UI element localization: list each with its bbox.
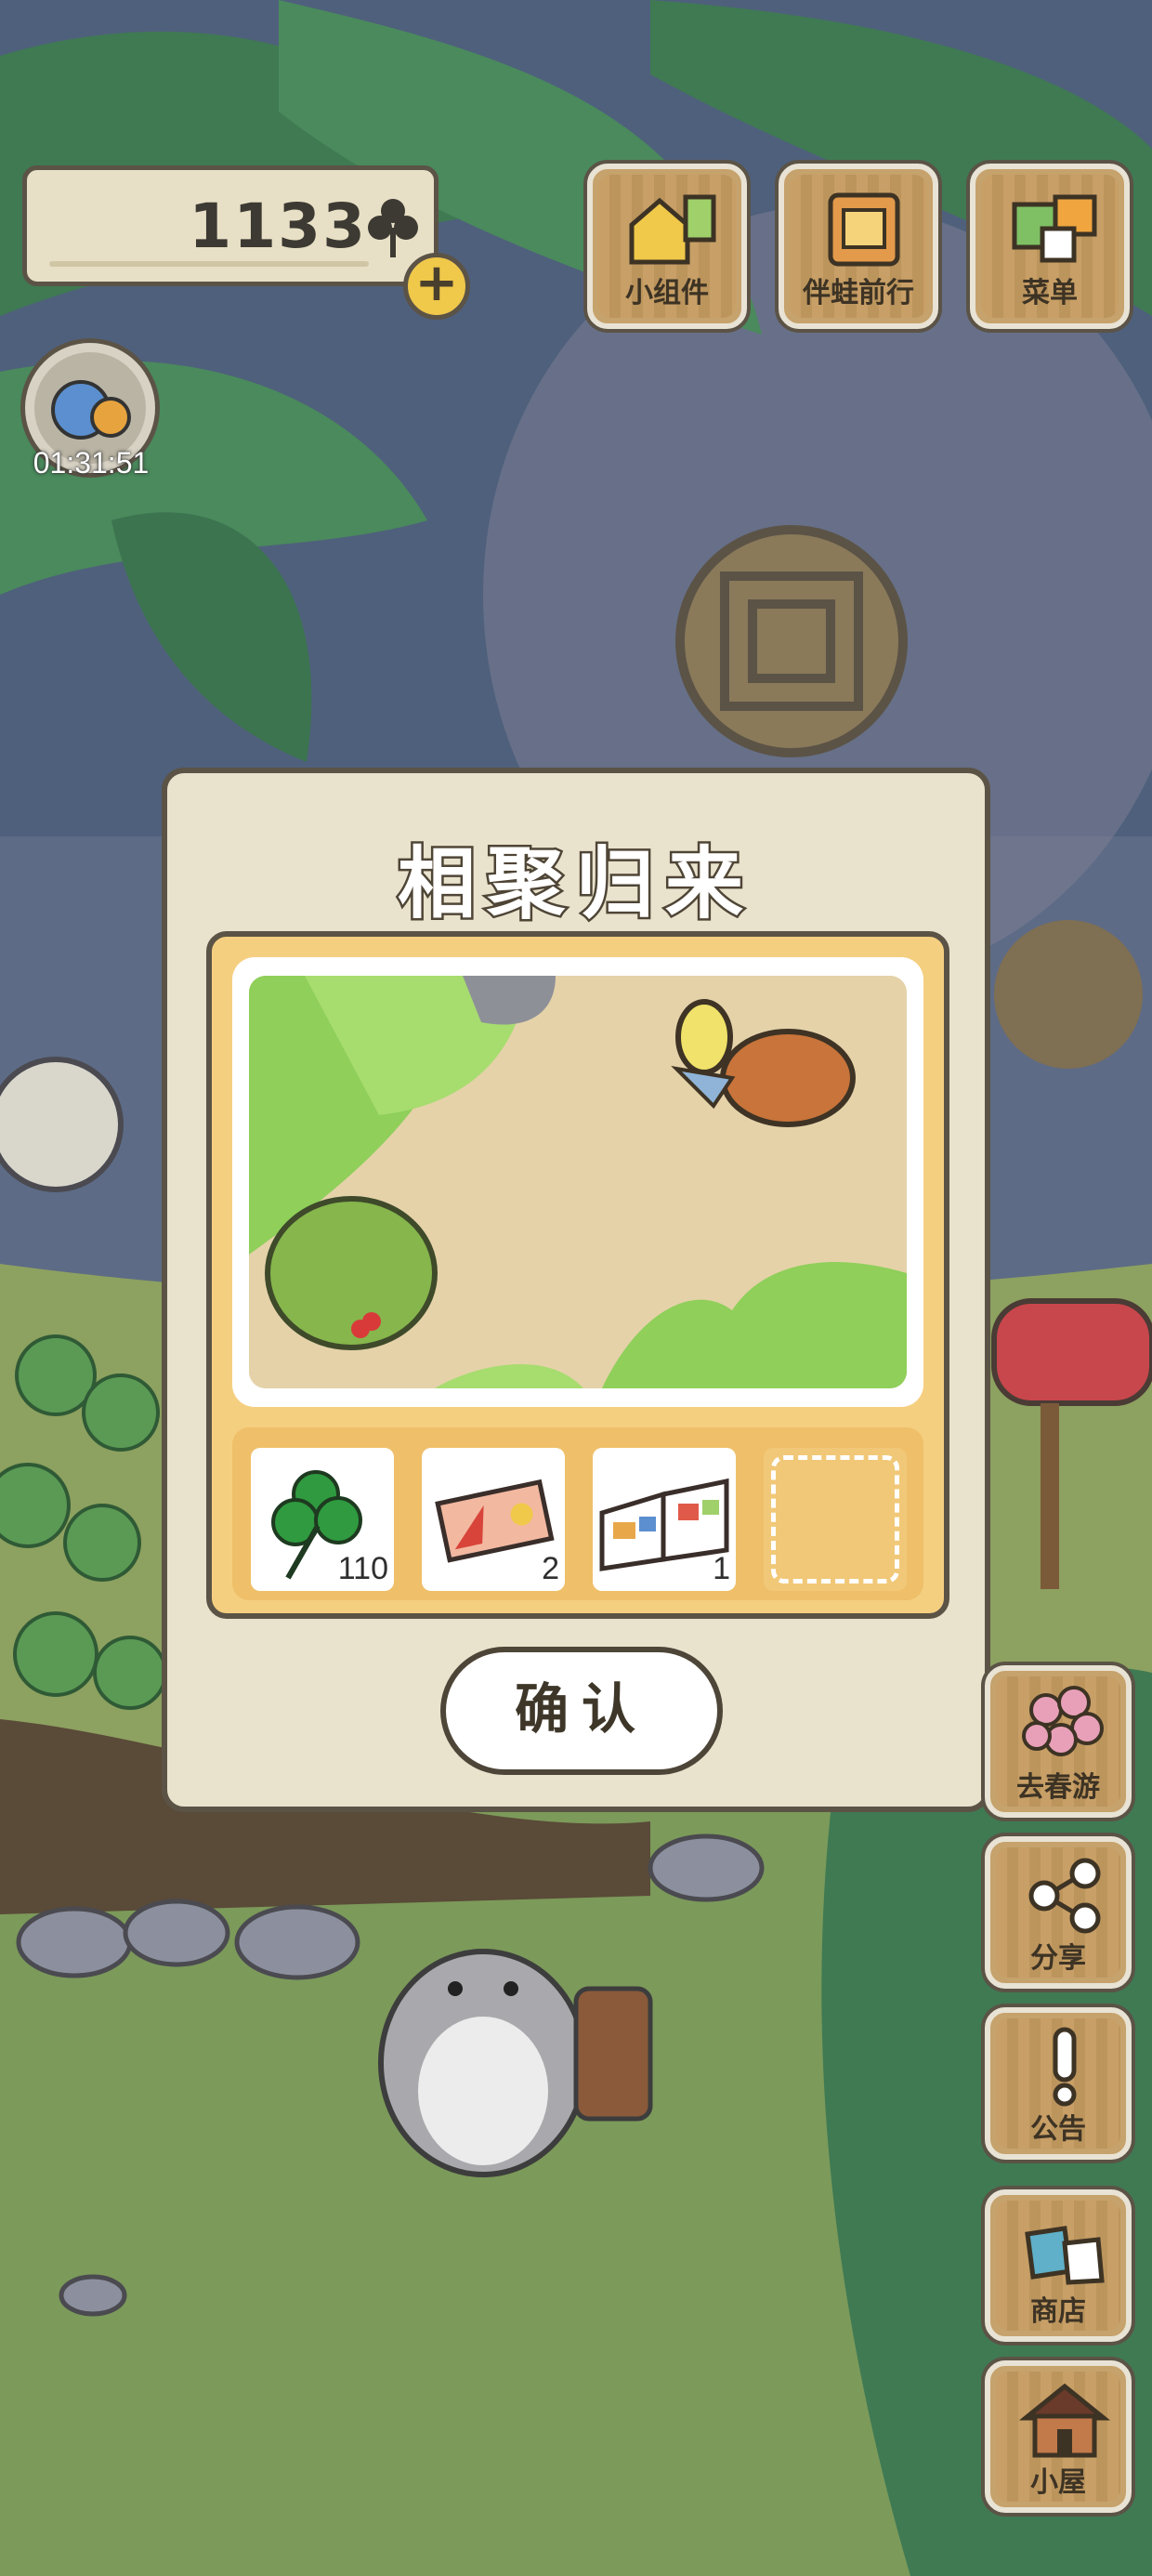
widget-label: 小组件 (625, 277, 709, 309)
notice-button[interactable]: 公告 (985, 2007, 1132, 2160)
exclamation-icon (1053, 2027, 1077, 2107)
clover-count: 1133 (189, 191, 367, 262)
photo-frame (232, 957, 923, 1407)
plus-icon: + (414, 253, 459, 313)
notice-label: 公告 (1030, 2113, 1086, 2146)
share-label: 分享 (1030, 1942, 1086, 1975)
menu-cards-icon (1012, 194, 1097, 263)
frog-turtle-illustration (249, 976, 907, 1388)
reward-item-ticket[interactable]: 2 (422, 1448, 565, 1591)
menu-label: 菜单 (1022, 277, 1078, 309)
reward-item-brochure[interactable]: 1 (593, 1448, 736, 1591)
share-icon (1028, 1858, 1101, 1934)
clover-icon (368, 199, 418, 257)
widget-button[interactable]: 小组件 (587, 164, 747, 329)
travel-timer: 01:31:51 (33, 446, 150, 480)
menu-button[interactable]: 菜单 (970, 164, 1130, 329)
house-icon (1018, 2383, 1111, 2458)
counter-underline (49, 261, 369, 267)
share-button[interactable]: 分享 (985, 1836, 1132, 1989)
house-label: 小屋 (1030, 2466, 1086, 2499)
reunion-photo (249, 976, 907, 1388)
empty-slot (771, 1455, 899, 1584)
shop-bags-icon (1025, 2226, 1105, 2285)
reunion-dialog: 相聚归来 110 2 1 确认 (162, 768, 990, 1812)
confirm-button[interactable]: 确认 (440, 1647, 723, 1775)
reward-quantity: 2 (542, 1551, 559, 1586)
reward-quantity: 1 (713, 1551, 730, 1586)
reward-quantity: 110 (337, 1551, 388, 1586)
game-scene: 1133 + 01:31:51 小组件 伴蛙前行 菜单 相聚归来 110 2 1… (0, 0, 1152, 2576)
blossom-icon (1022, 1686, 1104, 1756)
journey-button[interactable]: 伴蛙前行 (779, 164, 938, 329)
journey-label: 伴蛙前行 (803, 277, 914, 309)
shop-button[interactable]: 商店 (985, 2189, 1132, 2342)
spring-outing-button[interactable]: 去春游 (985, 1665, 1132, 1818)
rewards-tray: 110 2 1 (232, 1427, 923, 1600)
clover-counter: 1133 (22, 165, 439, 286)
add-clover-button[interactable]: + (403, 253, 470, 320)
spring-outing-label: 去春游 (1016, 1771, 1100, 1804)
widget-icon (629, 194, 716, 265)
reward-item-clover[interactable]: 110 (251, 1448, 394, 1591)
reunion-card: 110 2 1 (206, 931, 949, 1619)
journey-book-icon (828, 192, 900, 267)
dialog-title: 相聚归来 (395, 836, 754, 932)
house-button[interactable]: 小屋 (985, 2360, 1132, 2513)
shop-label: 商店 (1030, 2295, 1086, 2328)
reward-item-empty (764, 1448, 907, 1591)
